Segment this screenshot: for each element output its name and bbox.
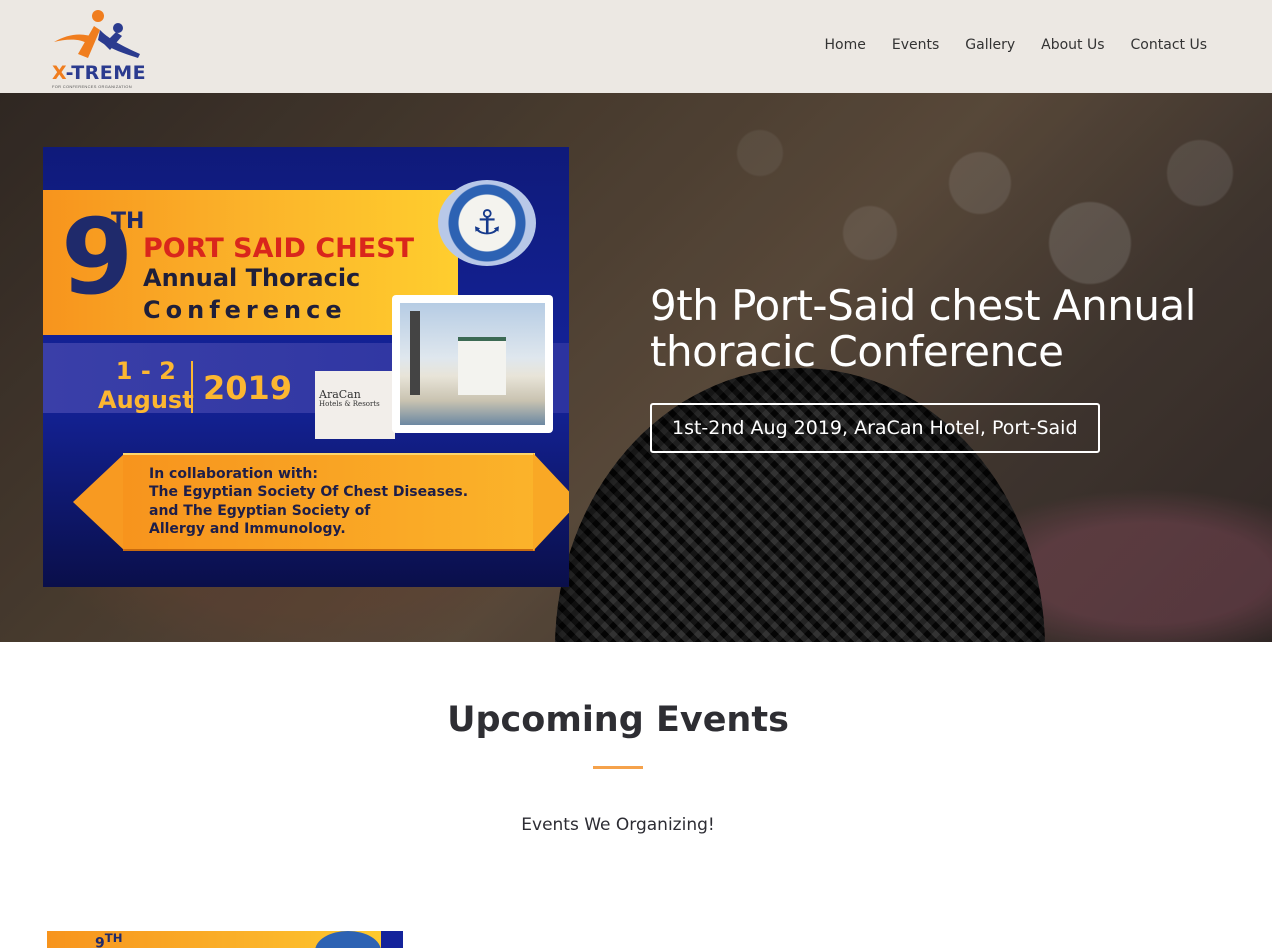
hotel-logo: AraCan Hotels & Resorts — [315, 371, 395, 439]
poster-line-2: Annual Thoracic — [143, 264, 361, 292]
nav-events[interactable]: Events — [892, 37, 939, 53]
site-header: X-TREME FOR CONFERENCES ORGANIZATION Hom… — [0, 0, 1272, 93]
poster-dates: 1 - 2 August — [98, 357, 194, 414]
conference-poster[interactable]: 9 TH PORT SAID CHEST Annual Thoracic Con… — [43, 147, 569, 587]
hero-title: 9th Port-Said chest Annual thoracic Conf… — [650, 281, 1196, 376]
logo-wordmark: X-TREME — [52, 62, 147, 84]
poster-line-3: Conference — [143, 296, 347, 324]
site-logo[interactable]: X-TREME FOR CONFERENCES ORGANIZATION — [48, 8, 148, 89]
event-details-badge: 1st-2nd Aug 2019, AraCan Hotel, Port-Sai… — [650, 403, 1100, 453]
poster-year: 2019 — [203, 369, 293, 407]
logo-tagline: FOR CONFERENCES ORGANIZATION — [52, 84, 132, 89]
nav-home[interactable]: Home — [825, 37, 866, 53]
nav-contact-us[interactable]: Contact Us — [1131, 37, 1207, 53]
poster-suffix: TH — [111, 209, 145, 234]
poster-line-1: PORT SAID CHEST — [143, 233, 415, 264]
mosque-photo — [392, 295, 553, 433]
thumbnail-number: 9TH — [95, 931, 123, 948]
poster-collaboration: In collaboration with: The Egyptian Socie… — [149, 466, 469, 538]
main-nav: Home Events Gallery About Us Contact Us — [799, 37, 1207, 53]
event-card-thumbnail[interactable]: 9TH — [47, 931, 403, 948]
section-divider — [593, 766, 643, 769]
anchor-icon: ⚓ — [438, 180, 536, 266]
logo-figures-icon — [54, 10, 140, 58]
nav-gallery[interactable]: Gallery — [965, 37, 1015, 53]
thumbnail-seal-icon — [315, 931, 381, 948]
section-subtitle: Events We Organizing! — [521, 815, 715, 835]
nav-about-us[interactable]: About Us — [1041, 37, 1104, 53]
section-title: Upcoming Events — [447, 700, 789, 740]
hero-banner: 9 TH PORT SAID CHEST Annual Thoracic Con… — [0, 93, 1272, 642]
